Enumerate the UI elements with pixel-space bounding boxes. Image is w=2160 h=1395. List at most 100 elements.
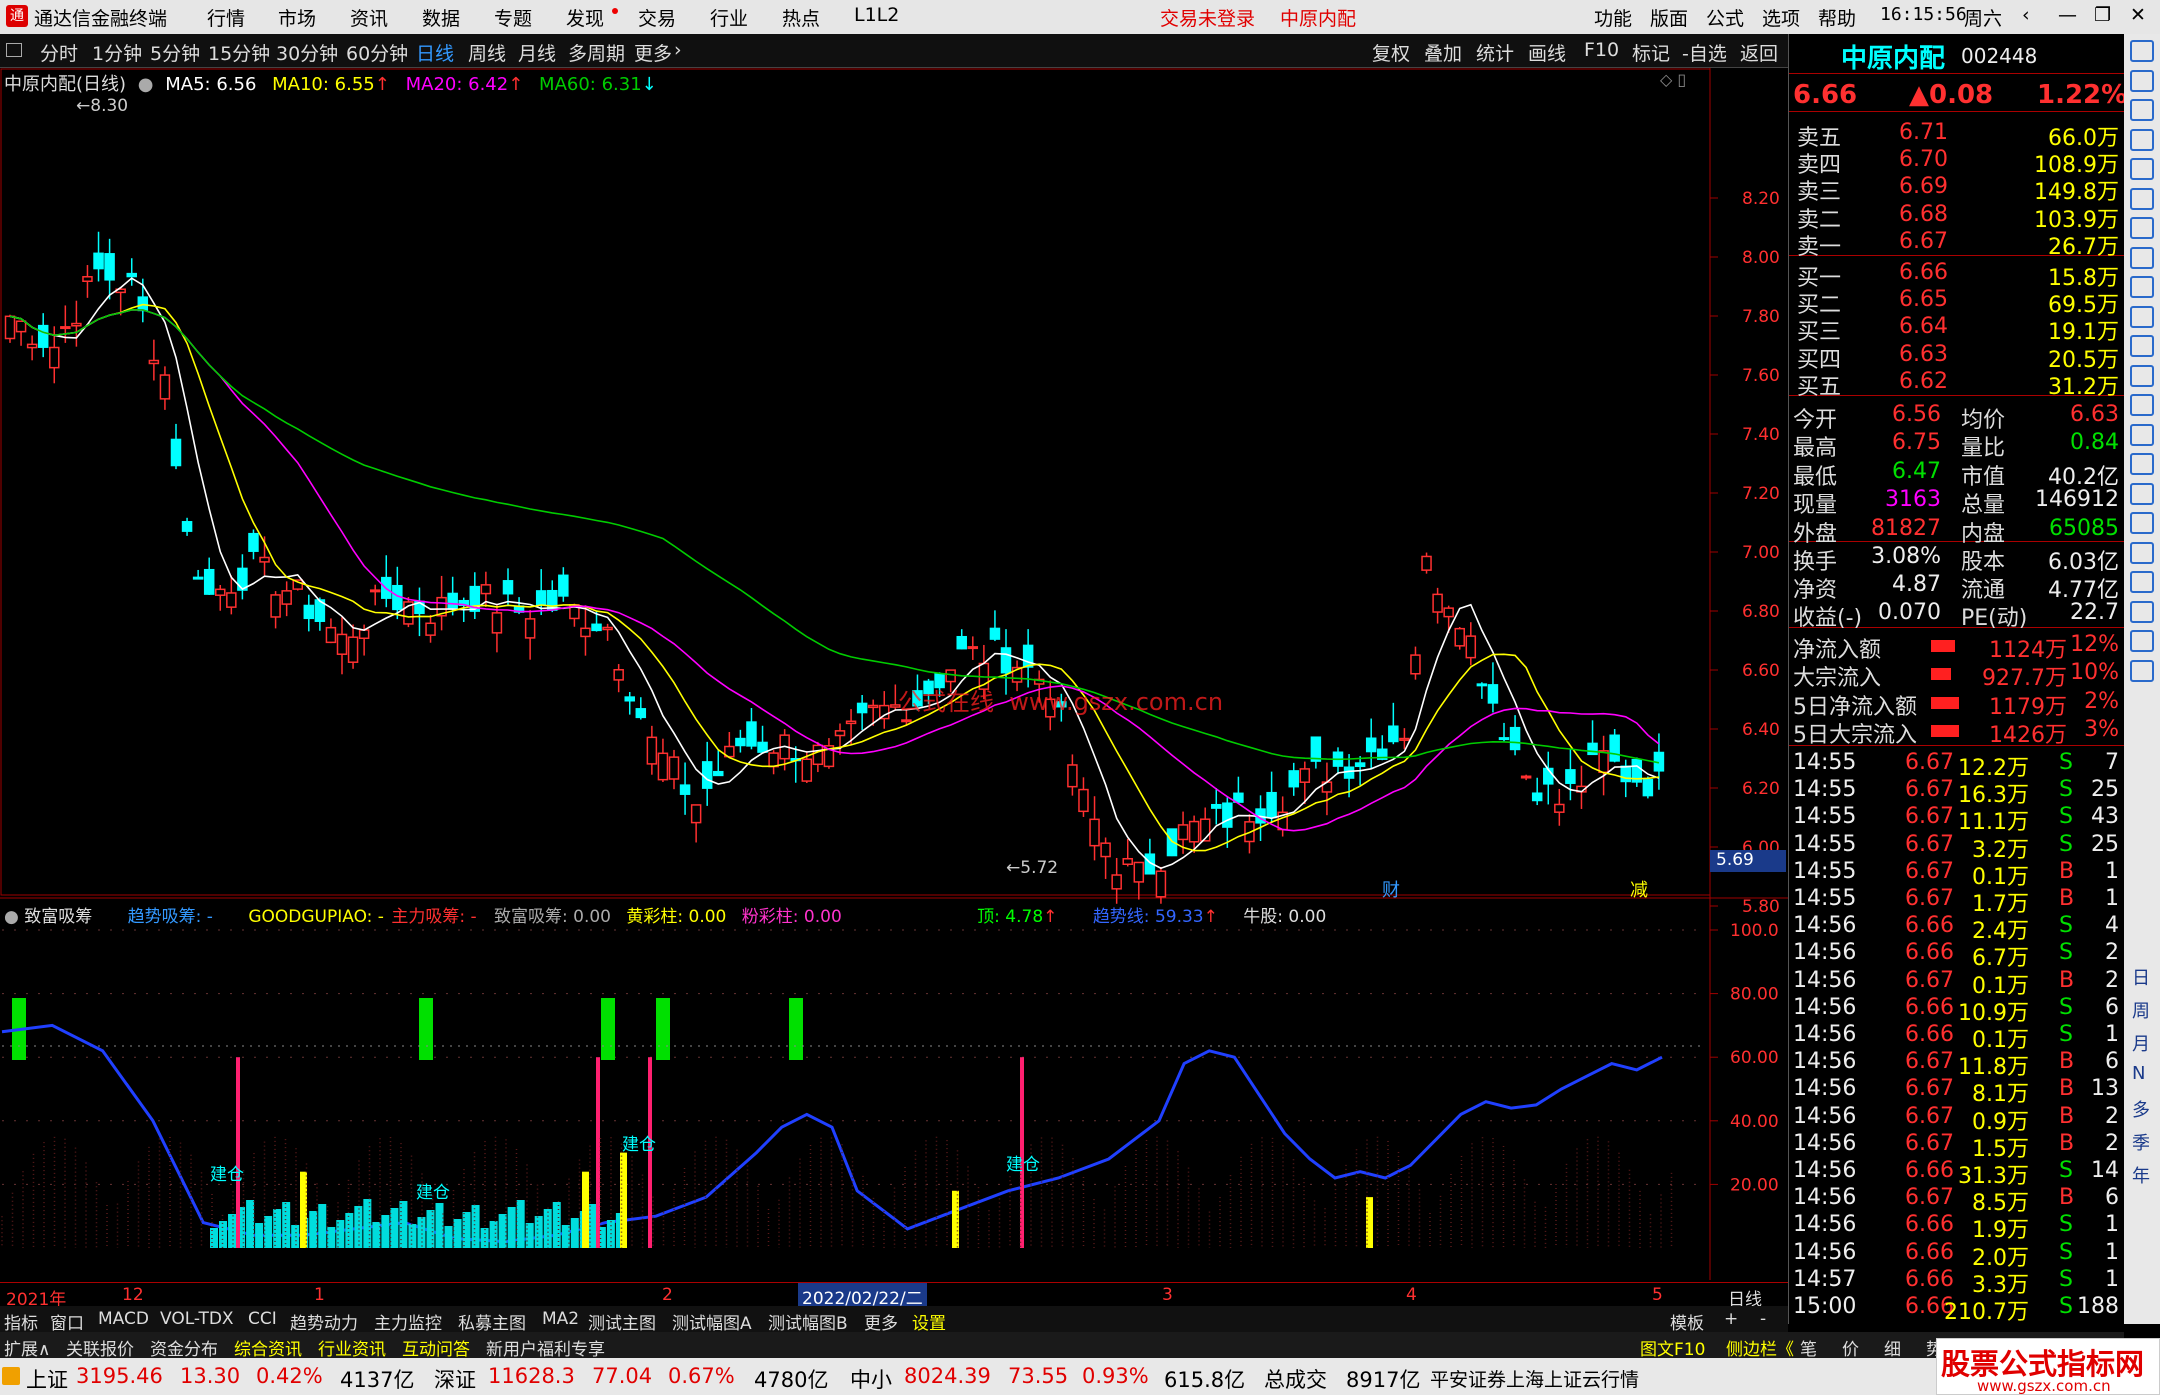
sidebar-period-3[interactable]: N bbox=[2132, 1063, 2145, 1084]
tab-monthly[interactable]: 月线 bbox=[518, 39, 556, 66]
status-menu-icon[interactable] bbox=[2, 1367, 20, 1385]
tick-list[interactable]: 14:55 6.67 12.2万 S 7 14:55 6.67 16.3万 S 25 14:55 6.… bbox=[1789, 750, 2125, 1325]
sidebar-tool-icon[interactable] bbox=[2130, 364, 2154, 387]
btab-cci[interactable]: CCI bbox=[248, 1309, 277, 1329]
zx-name[interactable]: 中小 bbox=[850, 1364, 892, 1394]
ext-bi[interactable]: 笔 bbox=[1800, 1335, 1817, 1360]
menu-hangqing[interactable]: 行情 bbox=[207, 4, 245, 31]
btab-gengduo[interactable]: 更多 bbox=[864, 1309, 898, 1334]
menu-shuju[interactable]: 数据 bbox=[422, 4, 460, 31]
sidebar-tool-icon[interactable] bbox=[2130, 571, 2154, 593]
ext-hudong[interactable]: 互动问答 bbox=[402, 1335, 470, 1360]
ext-kuozhan[interactable]: 扩展∧ bbox=[4, 1335, 50, 1360]
btab-ceshifutub[interactable]: 测试幅图B bbox=[768, 1309, 848, 1334]
reduce-marker[interactable]: 减 bbox=[1630, 876, 1648, 902]
tab-5min[interactable]: 5分钟 bbox=[150, 39, 200, 66]
tool-huaxian[interactable]: 画线 bbox=[1528, 39, 1566, 66]
sh-name[interactable]: 上证 bbox=[26, 1364, 68, 1394]
menu-banmian[interactable]: 版面 bbox=[1650, 4, 1688, 31]
tool-biaoji[interactable]: 标记 bbox=[1632, 39, 1670, 66]
settings-icon[interactable]: ● bbox=[138, 74, 154, 95]
sidebar-tool-icon[interactable] bbox=[2130, 512, 2154, 534]
ext-tuwen-f10[interactable]: 图文F10 bbox=[1640, 1335, 1705, 1360]
btab-chuangkou[interactable]: 窗口 bbox=[50, 1309, 84, 1334]
btab-zhulijiankong[interactable]: 主力监控 bbox=[374, 1309, 442, 1334]
tab-30min[interactable]: 30分钟 bbox=[276, 39, 338, 66]
sidebar-tool-icon[interactable] bbox=[2130, 394, 2154, 416]
sidebar-tool-icon[interactable] bbox=[2130, 630, 2154, 652]
finance-marker[interactable]: 财 bbox=[1382, 876, 1400, 902]
menu-l1l2[interactable]: L1L2 bbox=[854, 4, 899, 26]
menu-gongshi[interactable]: 公式 bbox=[1706, 4, 1744, 31]
sidebar-tool-icon[interactable] bbox=[2130, 305, 2154, 328]
tab-daily[interactable]: 日线 bbox=[416, 39, 454, 66]
menu-redian[interactable]: 热点 bbox=[782, 4, 820, 31]
sidebar-tool-icon[interactable] bbox=[2130, 659, 2154, 682]
menu-zixun[interactable]: 资讯 bbox=[350, 4, 388, 31]
broker-name[interactable]: 平安证券上海上证云行情 bbox=[1430, 1365, 1639, 1392]
tool-diejia[interactable]: 叠加 bbox=[1424, 39, 1462, 66]
sidebar-tool-icon[interactable] bbox=[2130, 187, 2154, 210]
menu-xuanxiang[interactable]: 选项 bbox=[1762, 4, 1800, 31]
sidebar-period-2[interactable]: 月 bbox=[2132, 1030, 2150, 1056]
sidebar-period-0[interactable]: 日 bbox=[2132, 964, 2150, 990]
sz-name[interactable]: 深证 bbox=[434, 1364, 476, 1394]
btab-zhibiao[interactable]: 指标 bbox=[4, 1309, 38, 1334]
btab-template[interactable]: 模板 bbox=[1670, 1309, 1704, 1334]
sidebar-tool-icon[interactable] bbox=[2130, 40, 2154, 62]
btab-vol[interactable]: VOL-TDX bbox=[160, 1309, 234, 1329]
ext-cebianlan[interactable]: 侧边栏《 bbox=[1726, 1335, 1794, 1360]
tool-fanhui[interactable]: 返回 bbox=[1740, 39, 1778, 66]
ext-hangye[interactable]: 行业资讯 bbox=[318, 1335, 386, 1360]
sidebar-tool-icon[interactable] bbox=[2130, 128, 2154, 151]
ext-xinyonghu[interactable]: 新用户福利专享 bbox=[486, 1335, 605, 1360]
btab-ceshizhutu[interactable]: 测试主图 bbox=[588, 1309, 656, 1334]
back-icon[interactable]: ‹ bbox=[2022, 4, 2030, 26]
sidebar-tool-icon[interactable] bbox=[2130, 99, 2154, 121]
tab-multi[interactable]: 多周期 bbox=[568, 39, 625, 66]
sidebar-tool-icon[interactable] bbox=[2130, 423, 2154, 446]
restore-icon[interactable]: ❐ bbox=[2094, 4, 2111, 26]
tab-fenshi[interactable]: 分时 bbox=[40, 39, 78, 66]
sidebar-tool-icon[interactable] bbox=[2130, 217, 2154, 239]
menu-faxian[interactable]: 发现 bbox=[566, 4, 604, 31]
btab-plus[interactable]: + bbox=[1724, 1309, 1738, 1329]
sidebar-period-5[interactable]: 季 bbox=[2132, 1129, 2150, 1155]
sidebar-tool-icon[interactable] bbox=[2130, 69, 2154, 92]
minimize-icon[interactable]: — bbox=[2058, 4, 2077, 26]
sidebar-tool-icon[interactable] bbox=[2130, 600, 2154, 623]
stock-link[interactable]: 中原内配 bbox=[1280, 4, 1356, 31]
btab-qushidongli[interactable]: 趋势动力 bbox=[290, 1309, 358, 1334]
btab-simuzhutu[interactable]: 私募主图 bbox=[458, 1309, 526, 1334]
btab-ma2[interactable]: MA2 bbox=[542, 1309, 579, 1329]
btab-shezhi[interactable]: 设置 bbox=[912, 1309, 946, 1334]
menu-jiaoyi[interactable]: 交易 bbox=[638, 4, 676, 31]
sidebar-period-4[interactable]: 多 bbox=[2132, 1096, 2150, 1122]
ext-xi[interactable]: 细 bbox=[1884, 1335, 1901, 1360]
tool-f10[interactable]: F10 bbox=[1584, 39, 1619, 61]
ext-zijin[interactable]: 资金分布 bbox=[150, 1335, 218, 1360]
sidebar-tool-icon[interactable] bbox=[2130, 158, 2154, 180]
chart-corner-icons[interactable]: ◇ ▯ bbox=[1660, 70, 1686, 89]
sidebar-toggle-icon[interactable] bbox=[6, 43, 22, 57]
btab-ceshifutua[interactable]: 测试幅图A bbox=[672, 1309, 752, 1334]
menu-hangye[interactable]: 行业 bbox=[710, 4, 748, 31]
sidebar-tool-icon[interactable] bbox=[2130, 335, 2154, 357]
btab-macd[interactable]: MACD bbox=[98, 1309, 149, 1329]
menu-bangzhu[interactable]: 帮助 bbox=[1818, 4, 1856, 31]
tool-fuquan[interactable]: 复权 bbox=[1372, 39, 1410, 66]
sidebar-period-6[interactable]: 年 bbox=[2132, 1162, 2150, 1188]
btab-minus[interactable]: - bbox=[1760, 1309, 1766, 1329]
tool-zixuan[interactable]: -自选 bbox=[1682, 39, 1727, 66]
sidebar-tool-icon[interactable] bbox=[2130, 541, 2154, 564]
menu-zhuanti[interactable]: 专题 bbox=[494, 4, 532, 31]
sidebar-tool-icon[interactable] bbox=[2130, 276, 2154, 298]
menu-gongneng[interactable]: 功能 bbox=[1594, 4, 1632, 31]
menu-shichang[interactable]: 市场 bbox=[278, 4, 316, 31]
indicator-settings-icon[interactable]: ● bbox=[4, 907, 19, 927]
tab-1min[interactable]: 1分钟 bbox=[92, 39, 142, 66]
indicator-name[interactable]: 致富吸筹 bbox=[24, 907, 92, 927]
tab-15min[interactable]: 15分钟 bbox=[208, 39, 270, 66]
ext-jia[interactable]: 价 bbox=[1842, 1335, 1859, 1360]
close-icon[interactable]: ✕ bbox=[2130, 4, 2146, 26]
